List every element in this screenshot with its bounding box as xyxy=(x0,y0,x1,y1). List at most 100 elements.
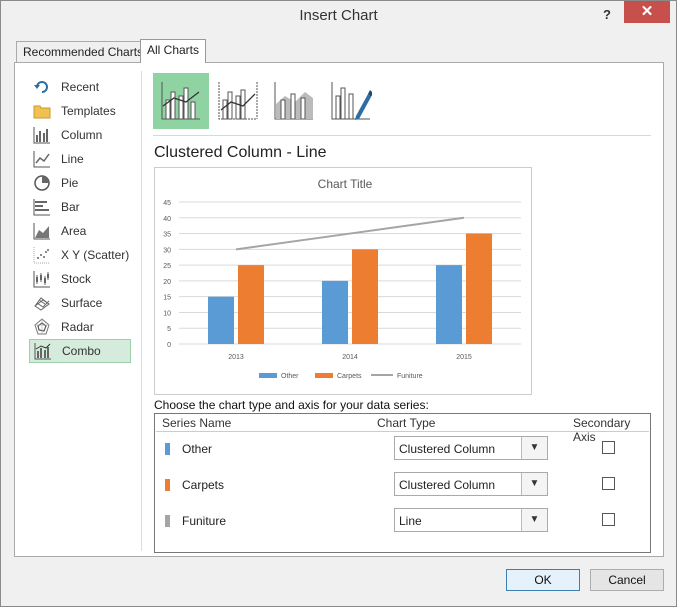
chart-type-dropdown[interactable]: Clustered Column ▼ xyxy=(394,436,548,460)
sidebar-item-bar[interactable]: Bar xyxy=(29,195,131,219)
sidebar-item-line[interactable]: Line xyxy=(29,147,131,171)
y-tick-label: 20 xyxy=(163,279,171,286)
chevron-down-icon[interactable]: ▼ xyxy=(521,473,547,495)
title-bar: Insert Chart ? ✕ xyxy=(1,1,676,31)
sidebar-item-stock[interactable]: Stock xyxy=(29,267,131,291)
chart-preview: Chart Title 0 5 10 15 20 25 30 35 40 45 2013 2014 201… xyxy=(154,167,532,395)
y-tick-label: 10 xyxy=(163,310,171,317)
bar-other xyxy=(208,296,234,344)
sidebar-item-radar[interactable]: Radar xyxy=(29,315,131,339)
scatter-chart-icon xyxy=(33,247,50,264)
sidebar-item-xy-scatter[interactable]: X Y (Scatter) xyxy=(29,243,131,267)
series-name: Other xyxy=(182,442,213,456)
all-charts-panel: Recent Templates Column Line Pie Bar Are… xyxy=(14,62,664,557)
sidebar-divider xyxy=(141,71,142,551)
chart-type-value: Clustered Column xyxy=(399,478,496,492)
series-color-swatch xyxy=(165,479,170,491)
chart-type-value: Line xyxy=(399,514,422,528)
combo-chart-icon xyxy=(34,343,51,360)
help-button[interactable]: ? xyxy=(595,4,619,26)
series-name: Carpets xyxy=(182,478,225,492)
subtype-clustered-column-line[interactable] xyxy=(153,73,209,129)
cancel-button[interactable]: Cancel xyxy=(590,569,664,591)
sidebar-item-label: Surface xyxy=(61,296,103,310)
chart-subtype-title: Clustered Column - Line xyxy=(154,144,327,161)
bar-other xyxy=(436,265,462,344)
choose-series-label: Choose the chart type and axis for your … xyxy=(154,398,429,412)
dialog-title: Insert Chart xyxy=(299,7,378,24)
tab-recommended-charts[interactable]: Recommended Charts xyxy=(16,41,151,63)
sidebar-item-label: Templates xyxy=(61,104,116,118)
secondary-axis-checkbox[interactable] xyxy=(602,441,615,454)
sidebar-item-label: Pie xyxy=(61,176,79,190)
y-tick-label: 30 xyxy=(163,247,171,254)
x-tick-label: 2014 xyxy=(342,354,358,361)
sidebar-item-label: Column xyxy=(61,128,103,142)
tab-all-charts[interactable]: All Charts xyxy=(140,39,207,63)
subtype-separator xyxy=(153,135,651,136)
sidebar-item-templates[interactable]: Templates xyxy=(29,99,131,123)
chevron-down-icon[interactable]: ▼ xyxy=(521,437,547,459)
legend-swatch xyxy=(259,373,277,378)
stacked-area-clustered-column-icon xyxy=(274,82,313,120)
bar-chart-icon xyxy=(33,199,50,216)
radar-chart-icon xyxy=(34,318,50,335)
x-tick-label: 2013 xyxy=(228,354,244,361)
area-chart-icon xyxy=(33,223,50,240)
bar-carpets xyxy=(466,233,492,344)
legend-entry: Funiture xyxy=(397,373,423,380)
sidebar-item-column[interactable]: Column xyxy=(29,123,131,147)
sidebar-item-label: Combo xyxy=(62,344,101,358)
close-button[interactable]: ✕ xyxy=(624,1,670,23)
sidebar-item-label: Recent xyxy=(61,80,100,94)
secondary-axis-checkbox[interactable] xyxy=(602,513,615,526)
subtype-stacked-area-clustered-column[interactable] xyxy=(266,73,322,129)
sidebar-item-area[interactable]: Area xyxy=(29,219,131,243)
y-tick-label: 40 xyxy=(163,216,171,223)
custom-combination-icon xyxy=(331,82,372,120)
x-tick-label: 2015 xyxy=(456,354,472,361)
close-icon: ✕ xyxy=(640,3,654,20)
chart-type-sidebar: Recent Templates Column Line Pie Bar Are… xyxy=(29,75,133,363)
y-tick-label: 25 xyxy=(163,263,171,270)
sidebar-item-recent[interactable]: Recent xyxy=(29,75,131,99)
series-row-other: Other Clustered Column ▼ xyxy=(155,435,650,463)
stock-chart-icon xyxy=(33,271,50,288)
legend-entry: Carpets xyxy=(337,373,362,380)
line-chart-icon xyxy=(33,151,50,168)
chart-title: Chart Title xyxy=(318,177,373,191)
series-row-carpets: Carpets Clustered Column ▼ xyxy=(155,471,650,499)
sidebar-item-label: Radar xyxy=(61,320,94,334)
sidebar-item-label: Line xyxy=(61,152,84,166)
ok-button[interactable]: OK xyxy=(506,569,580,591)
subtype-custom-combination[interactable] xyxy=(323,73,379,129)
series-color-swatch xyxy=(165,443,170,455)
bar-other xyxy=(322,280,348,344)
legend-entry: Other xyxy=(281,373,299,380)
sidebar-item-label: Stock xyxy=(61,272,92,286)
folder-icon xyxy=(33,105,51,119)
y-tick-label: 15 xyxy=(163,295,171,302)
y-tick-label: 45 xyxy=(163,200,171,207)
series-color-swatch xyxy=(165,515,170,527)
series-row-funiture: Funiture Line ▼ xyxy=(155,507,650,535)
sidebar-item-label: Area xyxy=(61,224,87,238)
series-name-header: Series Name xyxy=(162,416,232,430)
sidebar-item-surface[interactable]: Surface xyxy=(29,291,131,315)
chart-type-dropdown[interactable]: Clustered Column ▼ xyxy=(394,472,548,496)
chart-type-dropdown[interactable]: Line ▼ xyxy=(394,508,548,532)
sidebar-item-combo[interactable]: Combo xyxy=(29,339,131,363)
sidebar-item-label: Bar xyxy=(61,200,80,214)
column-chart-icon xyxy=(33,127,50,144)
clustered-column-line-secondary-axis-icon xyxy=(218,82,258,120)
chevron-down-icon[interactable]: ▼ xyxy=(521,509,547,531)
subtype-clustered-column-line-secondary-axis[interactable] xyxy=(210,73,266,129)
pie-chart-icon xyxy=(34,175,50,191)
secondary-axis-checkbox[interactable] xyxy=(602,477,615,490)
clustered-column-line-icon xyxy=(161,82,200,120)
legend-swatch xyxy=(315,373,333,378)
recent-icon xyxy=(34,81,48,93)
sidebar-item-pie[interactable]: Pie xyxy=(29,171,131,195)
y-tick-label: 5 xyxy=(167,326,171,333)
chart-preview-svg: Chart Title 0 5 10 15 20 25 30 35 40 45 2013 2014 201… xyxy=(163,177,521,380)
